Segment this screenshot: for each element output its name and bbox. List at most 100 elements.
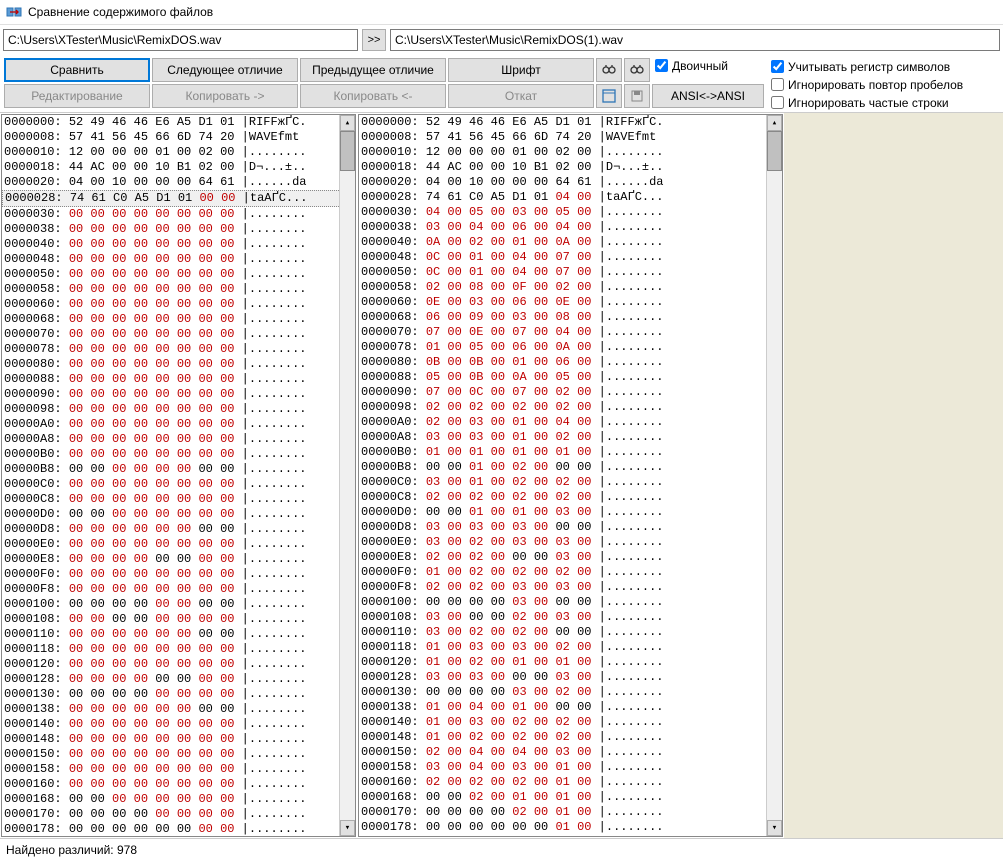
hex-row: 0000100: 00 00 00 00 00 00 00 00 |......… — [2, 597, 355, 612]
hex-row: 0000000: 52 49 46 46 E6 A5 D1 01 |RIFFжҐ… — [359, 115, 782, 130]
edit-button[interactable]: Редактирование — [4, 84, 150, 108]
spaces-checkbox-row[interactable]: Игнорировать повтор пробелов — [771, 76, 963, 93]
path-row: >> — [0, 25, 1003, 55]
hex-row: 0000158: 03 00 04 00 03 00 01 00 |......… — [359, 760, 782, 775]
binary-checkbox-row[interactable]: Двоичный — [655, 57, 728, 74]
hex-row: 0000048: 0C 00 01 00 04 00 07 00 |......… — [359, 250, 782, 265]
hex-row: 0000040: 0A 00 02 00 01 00 0A 00 |......… — [359, 235, 782, 250]
scroll-down-icon[interactable]: ▾ — [340, 820, 355, 836]
hex-row: 00000C0: 00 00 00 00 00 00 00 00 |......… — [2, 477, 355, 492]
hex-panel-left[interactable]: 0000000: 52 49 46 46 E6 A5 D1 01 |RIFFжҐ… — [1, 114, 356, 837]
case-checkbox-row[interactable]: Учитывать регистр символов — [771, 58, 963, 75]
hex-row: 00000A8: 03 00 03 00 01 00 02 00 |......… — [359, 430, 782, 445]
hex-row: 0000090: 00 00 00 00 00 00 00 00 |......… — [2, 387, 355, 402]
hex-row: 0000120: 00 00 00 00 00 00 00 00 |......… — [2, 657, 355, 672]
hex-row: 0000100: 00 00 00 00 03 00 00 00 |......… — [359, 595, 782, 610]
hex-row: 0000008: 57 41 56 45 66 6D 74 20 |WAVEfm… — [359, 130, 782, 145]
prev-diff-button[interactable]: Предыдущее отличие — [300, 58, 446, 82]
case-label: Учитывать регистр символов — [788, 60, 950, 74]
hex-row: 0000060: 0E 00 03 00 06 00 0E 00 |......… — [359, 295, 782, 310]
hex-row: 0000108: 03 00 00 00 02 00 03 00 |......… — [359, 610, 782, 625]
search-right-button[interactable] — [624, 58, 650, 82]
hex-row: 00000C0: 03 00 01 00 02 00 02 00 |......… — [359, 475, 782, 490]
hex-row: 00000B8: 00 00 01 00 02 00 00 00 |......… — [359, 460, 782, 475]
hex-row: 0000088: 05 00 0B 00 0A 00 05 00 |......… — [359, 370, 782, 385]
hex-row: 0000128: 03 00 03 00 00 00 03 00 |......… — [359, 670, 782, 685]
hex-row: 0000070: 07 00 0E 00 07 00 04 00 |......… — [359, 325, 782, 340]
hex-row: 0000168: 00 00 00 00 00 00 00 00 |......… — [2, 792, 355, 807]
scrollbar-left[interactable]: ▴ ▾ — [339, 115, 355, 836]
scroll-thumb[interactable] — [767, 131, 782, 171]
hex-row: 0000138: 00 00 00 00 00 00 00 00 |......… — [2, 702, 355, 717]
hex-row: 00000B0: 01 00 01 00 01 00 01 00 |......… — [359, 445, 782, 460]
hex-row: 0000050: 00 00 00 00 00 00 00 00 |......… — [2, 267, 355, 282]
hex-gap — [784, 113, 1003, 838]
hex-row: 0000160: 00 00 00 00 00 00 00 00 |......… — [2, 777, 355, 792]
hex-row: 00000A0: 02 00 03 00 01 00 04 00 |......… — [359, 415, 782, 430]
hex-row: 0000140: 01 00 03 00 02 00 02 00 |......… — [359, 715, 782, 730]
scroll-thumb[interactable] — [340, 131, 355, 171]
spaces-label: Игнорировать повтор пробелов — [788, 78, 963, 92]
binoculars-icon — [602, 63, 616, 77]
hex-row: 0000038: 00 00 00 00 00 00 00 00 |......… — [2, 222, 355, 237]
scrollbar-right[interactable]: ▴ ▾ — [766, 115, 782, 836]
copy-right-button[interactable]: Копировать -> — [152, 84, 298, 108]
search-left-button[interactable] — [596, 58, 622, 82]
hex-row: 0000178: 00 00 00 00 00 00 00 00 |......… — [2, 822, 355, 837]
hex-row: 0000038: 03 00 04 00 06 00 04 00 |......… — [359, 220, 782, 235]
hex-row: 0000178: 00 00 00 00 00 00 01 00 |......… — [359, 820, 782, 835]
compare-button[interactable]: Сравнить — [4, 58, 150, 82]
status-text: Найдено различий: 978 — [6, 843, 137, 857]
encoding-button[interactable]: ANSI<->ANSI — [652, 84, 764, 108]
hex-row: 00000D0: 00 00 01 00 01 00 03 00 |......… — [359, 505, 782, 520]
hex-row: 0000170: 00 00 00 00 00 00 00 00 |......… — [2, 807, 355, 822]
hex-row: 0000010: 12 00 00 00 01 00 02 00 |......… — [359, 145, 782, 160]
rollback-button[interactable]: Откат — [448, 84, 594, 108]
scroll-down-icon[interactable]: ▾ — [767, 820, 782, 836]
hex-row: 0000080: 00 00 00 00 00 00 00 00 |......… — [2, 357, 355, 372]
hex-row: 0000170: 00 00 00 00 02 00 01 00 |......… — [359, 805, 782, 820]
hex-row: 00000D8: 03 00 03 00 03 00 00 00 |......… — [359, 520, 782, 535]
next-diff-button[interactable]: Следующее отличие — [152, 58, 298, 82]
right-path-input[interactable] — [390, 29, 1000, 51]
hex-row: 00000B8: 00 00 00 00 00 00 00 00 |......… — [2, 462, 355, 477]
left-path-input[interactable] — [3, 29, 358, 51]
hex-row: 0000008: 57 41 56 45 66 6D 74 20 |WAVEfm… — [2, 130, 355, 145]
hex-panel-right[interactable]: 0000000: 52 49 46 46 E6 A5 D1 01 |RIFFжҐ… — [358, 114, 783, 837]
font-button[interactable]: Шрифт — [448, 58, 594, 82]
lines-checkbox[interactable] — [771, 96, 784, 109]
lines-label: Игнорировать частые строки — [788, 96, 949, 110]
hex-row: 00000E0: 03 00 02 00 03 00 03 00 |......… — [359, 535, 782, 550]
hex-row: 00000E8: 02 00 02 00 00 00 03 00 |......… — [359, 550, 782, 565]
hex-row: 00000F8: 02 00 02 00 03 00 03 00 |......… — [359, 580, 782, 595]
hex-row: 0000150: 02 00 04 00 04 00 03 00 |......… — [359, 745, 782, 760]
hex-row: 0000108: 00 00 00 00 00 00 00 00 |......… — [2, 612, 355, 627]
hex-row: 0000058: 00 00 00 00 00 00 00 00 |......… — [2, 282, 355, 297]
swap-button[interactable]: >> — [362, 29, 386, 51]
binary-checkbox[interactable] — [655, 59, 668, 72]
hex-row: 0000150: 00 00 00 00 00 00 00 00 |......… — [2, 747, 355, 762]
save-button[interactable] — [624, 84, 650, 108]
scroll-up-icon[interactable]: ▴ — [340, 115, 355, 131]
hex-row: 00000C8: 00 00 00 00 00 00 00 00 |......… — [2, 492, 355, 507]
hex-row: 00000B0: 00 00 00 00 00 00 00 00 |......… — [2, 447, 355, 462]
hex-row: 0000018: 44 AC 00 00 10 B1 02 00 |D¬...±… — [2, 160, 355, 175]
case-checkbox[interactable] — [771, 60, 784, 73]
hex-row: 0000168: 00 00 02 00 01 00 01 00 |......… — [359, 790, 782, 805]
hex-row: 0000050: 0C 00 01 00 04 00 07 00 |......… — [359, 265, 782, 280]
hex-row: 0000110: 03 00 02 00 02 00 00 00 |......… — [359, 625, 782, 640]
hex-row: 0000068: 06 00 09 00 03 00 08 00 |......… — [359, 310, 782, 325]
hex-row: 0000078: 01 00 05 00 06 00 0A 00 |......… — [359, 340, 782, 355]
view-mode-button[interactable] — [596, 84, 622, 108]
hex-row: 0000030: 00 00 00 00 00 00 00 00 |......… — [2, 207, 355, 222]
hex-row: 0000110: 00 00 00 00 00 00 00 00 |......… — [2, 627, 355, 642]
binoculars-icon — [630, 63, 644, 77]
hex-row: 0000158: 00 00 00 00 00 00 00 00 |......… — [2, 762, 355, 777]
hex-row: 0000040: 00 00 00 00 00 00 00 00 |......… — [2, 237, 355, 252]
hex-row: 0000128: 00 00 00 00 00 00 00 00 |......… — [2, 672, 355, 687]
hex-row: 0000148: 01 00 02 00 02 00 02 00 |......… — [359, 730, 782, 745]
scroll-up-icon[interactable]: ▴ — [767, 115, 782, 131]
spaces-checkbox[interactable] — [771, 78, 784, 91]
lines-checkbox-row[interactable]: Игнорировать частые строки — [771, 94, 963, 111]
copy-left-button[interactable]: Копировать <- — [300, 84, 446, 108]
